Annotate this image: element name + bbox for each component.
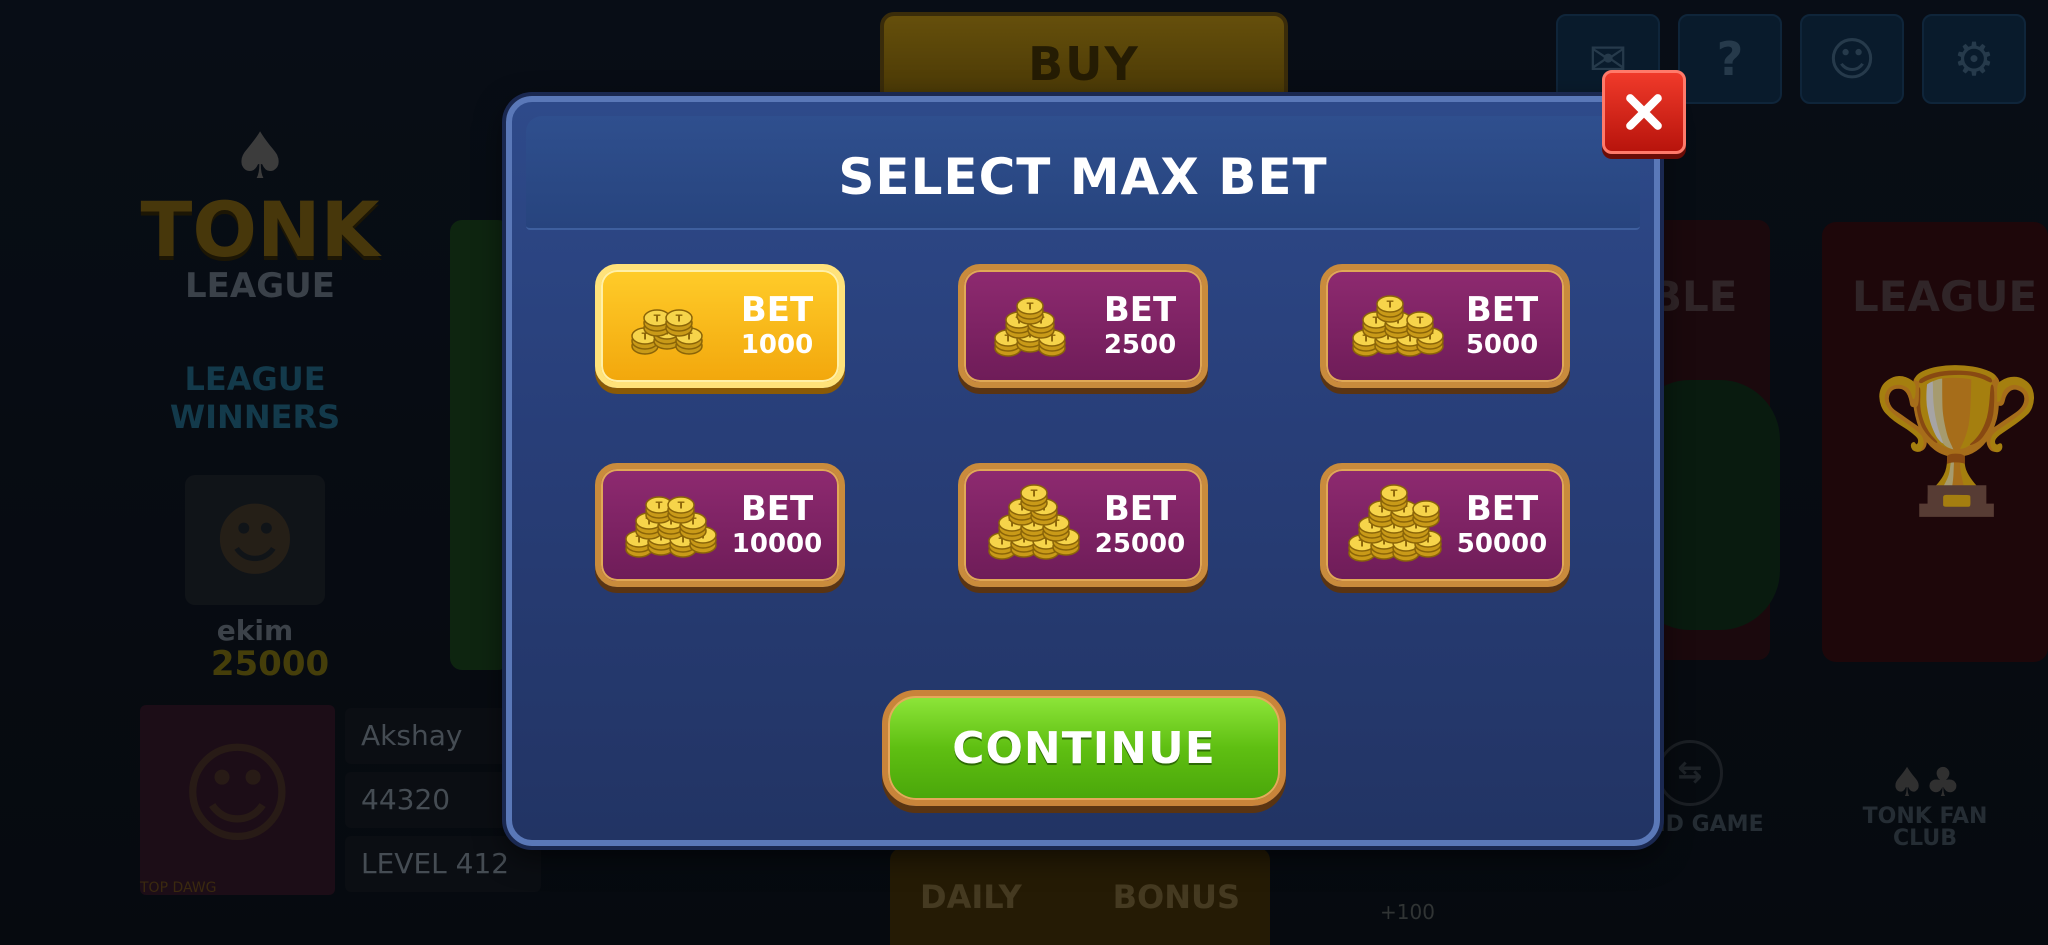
- bet-label: BET: [740, 290, 814, 330]
- coin-stack-icon: TTTTTTTT: [1352, 295, 1444, 357]
- svg-text:T: T: [656, 501, 663, 512]
- svg-text:T: T: [1031, 489, 1038, 500]
- bet-value: 50000: [1456, 529, 1548, 559]
- bet-option-10000[interactable]: TTTTTTTTT BET10000: [595, 463, 845, 587]
- bet-label: BET: [1465, 489, 1539, 529]
- bet-label: BET: [1103, 290, 1177, 330]
- continue-button[interactable]: CONTINUE: [882, 690, 1286, 806]
- coin-stack-icon: TTTTT: [631, 309, 703, 355]
- bet-option-2500[interactable]: TTTTTT BET2500: [958, 264, 1208, 388]
- coin-stack-icon: TTTTTTTTTT: [988, 484, 1080, 560]
- bet-value: 5000: [1465, 330, 1539, 360]
- dialog-title: SELECT MAX BET: [838, 148, 1328, 206]
- bet-option-25000[interactable]: TTTTTTTTTT BET25000: [958, 463, 1208, 587]
- bet-label: BET: [1465, 290, 1539, 330]
- svg-text:T: T: [1387, 300, 1394, 311]
- bet-value: 1000: [740, 330, 814, 360]
- bet-option-5000[interactable]: TTTTTTTT BET5000: [1320, 264, 1570, 388]
- svg-text:T: T: [1391, 489, 1398, 500]
- svg-text:T: T: [1027, 302, 1034, 313]
- svg-text:T: T: [1423, 505, 1430, 516]
- svg-text:T: T: [1417, 316, 1424, 327]
- bet-option-1000[interactable]: TTTTT BET1000: [595, 264, 845, 388]
- bet-value: 2500: [1103, 330, 1177, 360]
- svg-text:T: T: [678, 501, 685, 512]
- coin-stack-icon: T T T TT T TT T TT: [1348, 484, 1442, 562]
- close-button[interactable]: [1602, 70, 1686, 154]
- bet-option-50000[interactable]: TTTTTTTTTTT BET 50000: [1320, 463, 1570, 587]
- bet-value: 25000: [1094, 529, 1186, 559]
- coin-stack-icon: TTTTTTTTT: [625, 496, 717, 558]
- svg-text:T: T: [676, 314, 683, 325]
- svg-text:T: T: [654, 314, 661, 325]
- close-icon: [1626, 94, 1662, 130]
- bet-label: BET: [1103, 489, 1177, 529]
- bet-label: BET: [740, 489, 814, 529]
- bet-value: 10000: [731, 529, 823, 559]
- coin-stack-icon: TTTTTT: [994, 297, 1066, 357]
